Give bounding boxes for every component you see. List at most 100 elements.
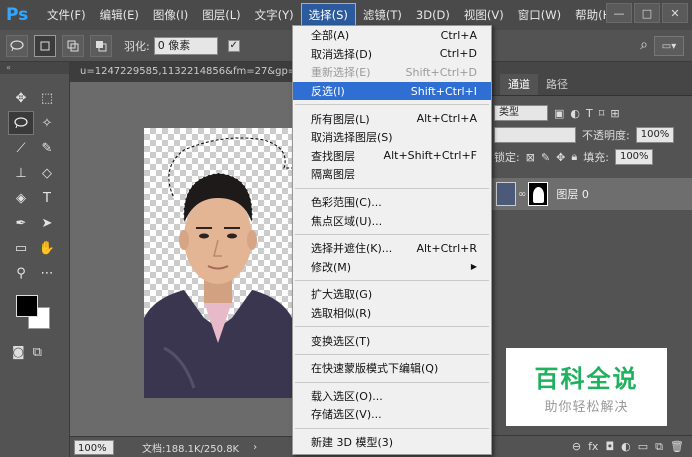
eraser-tool-icon[interactable]: ◇ [34, 161, 60, 185]
hand-tool-icon[interactable]: ✋ [34, 236, 60, 260]
quick-mask-icon[interactable]: ◙ [12, 345, 25, 360]
layer-mask-thumbnail[interactable] [528, 182, 549, 206]
restore-button[interactable]: □ [634, 3, 660, 23]
menu-type[interactable]: 文字(Y) [248, 3, 301, 27]
filter-type-icon[interactable]: T [586, 107, 593, 120]
add-selection-icon[interactable] [62, 34, 84, 57]
document-tab[interactable]: u=1247229585,1132214856&fm=27&gp= [70, 62, 292, 82]
layer-kind-filter[interactable]: 类型 [494, 105, 548, 121]
menu-edit[interactable]: 编辑(E) [93, 3, 146, 27]
foreground-color-swatch[interactable] [16, 295, 38, 317]
select-menu-item[interactable]: 在快速蒙版模式下编辑(Q) [293, 359, 491, 378]
select-menu-item[interactable]: 变换选区(T) [293, 331, 491, 350]
layer-name[interactable]: 图层 0 [556, 186, 589, 202]
fill-input[interactable]: 100% [614, 149, 653, 165]
select-menu-item[interactable]: 取消选择(D) Ctrl+D [293, 45, 491, 64]
pen-tool-icon[interactable]: ✒ [8, 211, 34, 235]
menu-3d[interactable]: 3D(D) [409, 3, 457, 27]
antialias-checkbox[interactable]: ✓ [227, 39, 240, 52]
add-mask-icon[interactable]: ◘ [605, 440, 614, 453]
search-icon[interactable]: ⌕ [640, 37, 648, 53]
zoom-tool-icon[interactable]: ⚲ [8, 261, 34, 285]
minimize-button[interactable]: — [606, 3, 632, 23]
menu-window[interactable]: 窗口(W) [511, 3, 568, 27]
select-menu-item[interactable]: 新建 3D 模型(3) [293, 433, 491, 452]
new-layer-icon[interactable]: ⧉ [655, 440, 663, 454]
lock-position-icon[interactable]: ✥ [556, 151, 565, 164]
select-menu-item[interactable]: 选择并遮住(K)... Alt+Ctrl+R [293, 239, 491, 258]
select-menu-item[interactable]: 焦点区域(U)... [293, 211, 491, 230]
menu-layer[interactable]: 图层(L) [195, 3, 247, 27]
magic-wand-tool-icon[interactable]: ✧ [34, 111, 60, 135]
link-layers-icon[interactable]: ⊖ [572, 440, 581, 453]
menu-file[interactable]: 文件(F) [40, 3, 93, 27]
filter-smart-icon[interactable]: ⊞ [610, 107, 619, 120]
layer-thumbnail[interactable] [496, 182, 516, 206]
type-tool-icon[interactable]: T [34, 186, 60, 210]
menu-select[interactable]: 选择(S) [300, 3, 356, 27]
marquee-tool-icon[interactable]: ⬚ [34, 86, 60, 110]
select-menu-item[interactable]: 全部(A) Ctrl+A [293, 26, 491, 45]
paint-bucket-tool-icon[interactable]: ◈ [8, 186, 34, 210]
select-menu-item[interactable]: 存储选区(V)... [293, 405, 491, 424]
toolbar-collapse-icon[interactable]: « [0, 62, 69, 74]
filter-shape-icon[interactable]: ⌑ [599, 107, 605, 120]
menu-item-shortcut: Ctrl+D [439, 47, 477, 61]
tools-panel: « ✥ ⬚ ✧ ⟋ ✎ ⊥ ◇ ◈ T ✒ ➤ ▭ ✋ ⚲ ⋯ ◙ ⧉ [0, 62, 70, 457]
blend-mode-select[interactable] [494, 127, 576, 143]
layer-effects-icon[interactable]: fx [588, 440, 598, 453]
select-menu-item[interactable]: 选取相似(R) [293, 304, 491, 323]
select-menu-item[interactable]: 所有图层(L) Alt+Ctrl+A [293, 109, 491, 128]
path-selection-tool-icon[interactable]: ➤ [34, 211, 60, 235]
more-tools-icon[interactable]: ⋯ [34, 261, 60, 285]
workspace-switcher-icon[interactable]: ▭▾ [654, 36, 684, 56]
menu-item-label: 新建 3D 模型(3) [311, 435, 394, 449]
menu-view[interactable]: 视图(V) [457, 3, 511, 27]
lock-all-icon[interactable]: 🔒︎ [571, 150, 577, 164]
menu-filter[interactable]: 滤镜(T) [356, 3, 409, 27]
rectangle-tool-icon[interactable]: ▭ [8, 236, 34, 260]
new-group-icon[interactable]: ▭ [638, 440, 648, 453]
layer-row[interactable]: ∞ 图层 0 [490, 178, 692, 210]
menu-item-label: 焦点区域(U)... [311, 214, 383, 228]
menu-separator [295, 427, 489, 429]
document-canvas[interactable] [144, 128, 292, 398]
menu-item-label: 隔离图层 [311, 168, 355, 182]
select-menu-item[interactable]: 扩大选取(G) [293, 285, 491, 304]
menu-item-label: 取消选择图层(S) [311, 131, 393, 145]
menu-item-shortcut: Shift+Ctrl+D [405, 65, 477, 79]
stamp-tool-icon[interactable]: ⊥ [8, 161, 34, 185]
delete-layer-icon[interactable]: 🗑︎ [670, 440, 684, 453]
move-tool-icon[interactable]: ✥ [8, 86, 34, 110]
opacity-input[interactable]: 100% [635, 127, 674, 143]
eyedropper-tool-icon[interactable]: ⟋ [8, 136, 34, 160]
lasso-preset-icon[interactable] [6, 34, 28, 57]
filter-pixel-icon[interactable]: ▣ [554, 107, 564, 120]
select-menu-item[interactable]: 修改(M) ▶ [293, 258, 491, 277]
lock-paint-icon[interactable]: ✎ [541, 151, 550, 164]
canvas-area[interactable] [70, 82, 292, 436]
zoom-field[interactable]: 100% [74, 439, 114, 455]
select-menu-item[interactable]: 反选(I) Shift+Ctrl+I [293, 81, 491, 101]
lock-pixels-icon[interactable]: ⊠ [526, 151, 535, 164]
brush-tool-icon[interactable]: ✎ [34, 136, 60, 160]
panel-collapse-bar[interactable] [490, 62, 692, 74]
filter-adjustment-icon[interactable]: ◐ [570, 107, 580, 120]
lasso-tool-icon[interactable] [8, 111, 34, 135]
mask-link-icon[interactable]: ∞ [518, 189, 526, 200]
select-menu-item[interactable]: 载入选区(O)... [293, 387, 491, 406]
status-menu-icon[interactable]: › [253, 442, 257, 453]
select-menu-item[interactable]: 隔离图层 [293, 165, 491, 184]
select-menu-item[interactable]: 取消选择图层(S) [293, 128, 491, 147]
subtract-selection-icon[interactable] [90, 34, 112, 57]
select-menu-item[interactable]: 查找图层 Alt+Shift+Ctrl+F [293, 147, 491, 166]
adjustment-layer-icon[interactable]: ◐ [621, 440, 631, 453]
select-menu-item[interactable]: 色彩范围(C)... [293, 193, 491, 212]
tab-channels[interactable]: 通道 [500, 74, 538, 95]
menu-image[interactable]: 图像(I) [146, 3, 195, 27]
tab-paths[interactable]: 路径 [538, 74, 576, 95]
feather-input[interactable]: 0 像素 [153, 36, 218, 55]
screen-mode-icon[interactable]: ⧉ [33, 345, 42, 360]
new-selection-icon[interactable] [34, 34, 56, 57]
close-button[interactable]: ✕ [662, 3, 688, 23]
